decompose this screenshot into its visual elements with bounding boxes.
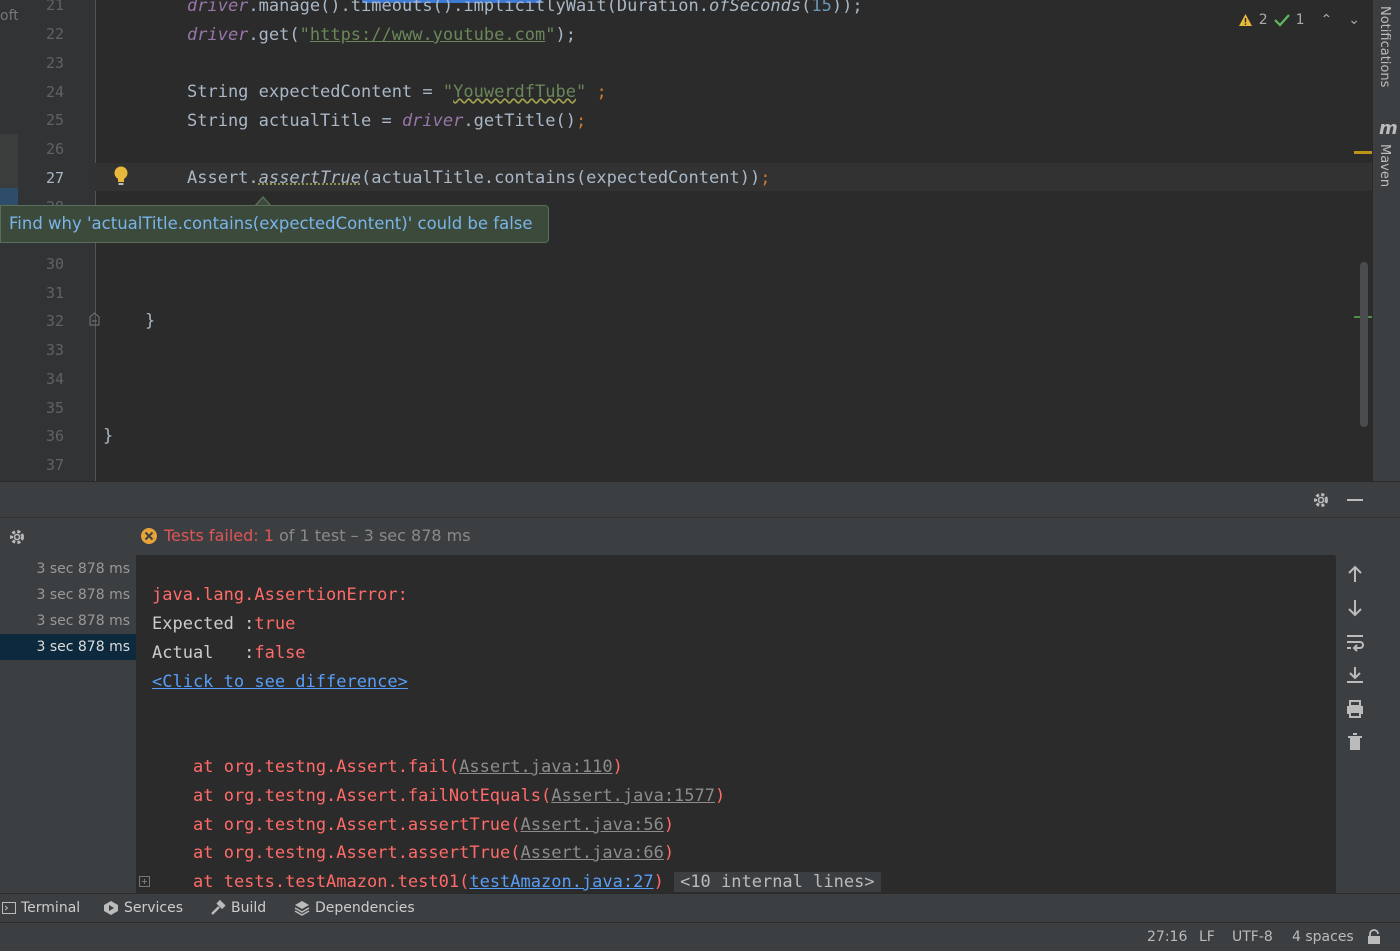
line-number: 34 <box>45 370 64 388</box>
print-icon[interactable] <box>1344 698 1366 720</box>
source-link[interactable]: Assert.java:66 <box>521 843 664 863</box>
test-status: Tests failed: 1 of 1 test – 3 sec 878 ms <box>140 526 471 545</box>
fold-marker-icon[interactable] <box>89 312 100 326</box>
editor-scrollbar[interactable] <box>1360 262 1368 427</box>
stack-trace-line: at org.testng.Assert.failNotEquals(Asser… <box>193 786 726 806</box>
console-output[interactable]: java.lang.AssertionError: Expected :true… <box>137 555 1335 893</box>
line-number: 30 <box>45 255 64 273</box>
code-editor[interactable]: oft/ 21 22 23 24 25 26 27 28 29 30 31 32… <box>0 0 1372 481</box>
test-results-toolbar: Tests failed: 1 of 1 test – 3 sec 878 ms <box>0 517 1400 556</box>
line-number: 23 <box>45 54 64 72</box>
line-number: 21 <box>45 0 64 14</box>
line-number: 33 <box>45 341 64 359</box>
right-tool-strip: Notifications m Maven <box>1372 0 1400 481</box>
soft-wrap-icon[interactable] <box>1344 631 1366 653</box>
line-number: 35 <box>45 399 64 417</box>
expand-icon[interactable] <box>139 876 150 887</box>
warning-icon <box>1238 14 1252 26</box>
code-line-21[interactable]: driver.manage().timeouts().implicitlyWai… <box>187 0 863 16</box>
line-number: 31 <box>45 284 64 302</box>
diff-link[interactable]: <Click to see difference> <box>152 672 408 692</box>
line-number: 24 <box>45 83 64 101</box>
code-line-22[interactable]: driver.get("https://www.youtube.com"); <box>187 25 576 45</box>
status-bar: 27:16 LF UTF-8 4 spaces <box>0 922 1400 951</box>
code-line-27[interactable]: Assert.assertTrue(actualTitle.contains(e… <box>187 168 770 188</box>
selection-marker <box>0 188 18 206</box>
chevron-up-icon[interactable]: ⌃ <box>1321 12 1333 28</box>
file-encoding[interactable]: UTF-8 <box>1232 929 1273 945</box>
settings-icon[interactable] <box>8 528 26 546</box>
line-number: 32 <box>45 312 64 330</box>
line-separator[interactable]: LF <box>1199 929 1215 945</box>
services-icon <box>104 901 118 915</box>
code-line-32[interactable]: } <box>145 311 155 331</box>
status-suffix: of 1 test – 3 sec 878 ms <box>273 526 471 545</box>
tool-window-tabs: Terminal Services Build Dependencies <box>0 893 1400 923</box>
hammer-icon <box>211 900 226 915</box>
test-tree[interactable]: 3 sec 878 ms 3 sec 878 ms 3 sec 878 ms 3… <box>0 555 137 893</box>
maven-tab[interactable]: Maven <box>1377 144 1392 187</box>
failed-count: 1 <box>263 526 274 545</box>
line-number-current: 27 <box>45 169 64 187</box>
terminal-icon <box>2 902 16 914</box>
maven-icon: m <box>1379 118 1398 139</box>
lock-icon[interactable] <box>1367 929 1381 945</box>
console-toolbar <box>1336 555 1400 893</box>
arrow-up-icon[interactable] <box>1344 563 1366 585</box>
stack-trace-line: at tests.testAmazon.test01(testAmazon.ja… <box>193 872 881 892</box>
test-tree-row[interactable]: 3 sec 878 ms <box>0 556 136 582</box>
inspection-widget[interactable]: 2 1 ⌃ ⌄ <box>1238 12 1360 28</box>
arrow-down-icon[interactable] <box>1344 597 1366 619</box>
source-link[interactable]: Assert.java:1577 <box>551 786 715 806</box>
test-tree-row[interactable]: 3 sec 878 ms <box>0 582 136 608</box>
test-tree-row[interactable]: 3 sec 878 ms <box>0 608 136 634</box>
tab-dependencies[interactable]: Dependencies <box>294 900 415 916</box>
warning-stripe-marker[interactable] <box>1354 151 1372 154</box>
code-line-24[interactable]: String expectedContent = "YouwerdfTube" … <box>187 82 607 102</box>
stack-trace-line: at org.testng.Assert.assertTrue(Assert.j… <box>193 843 675 863</box>
error-icon <box>141 527 157 544</box>
minimize-icon[interactable] <box>1347 499 1363 501</box>
indent-setting[interactable]: 4 spaces <box>1292 929 1354 945</box>
trash-icon[interactable] <box>1344 731 1366 753</box>
chevron-down-icon[interactable]: ⌄ <box>1348 12 1360 28</box>
source-link[interactable]: Assert.java:110 <box>459 757 613 777</box>
tab-build[interactable]: Build <box>210 900 266 916</box>
caret-position[interactable]: 27:16 <box>1147 929 1187 945</box>
stack-trace-line: at org.testng.Assert.fail(Assert.java:11… <box>193 757 623 777</box>
internal-lines-fold[interactable]: <10 internal lines> <box>674 872 881 892</box>
expected-line: Expected :true <box>152 614 296 634</box>
stack-trace-line: at org.testng.Assert.assertTrue(Assert.j… <box>193 815 675 835</box>
source-link[interactable]: testAmazon.java:27 <box>469 872 653 892</box>
gear-icon[interactable] <box>1312 491 1330 509</box>
line-number: 22 <box>45 25 64 43</box>
line-number: 26 <box>45 140 64 158</box>
layers-icon <box>294 901 310 916</box>
code-line-25[interactable]: String actualTitle = driver.getTitle(); <box>187 111 586 131</box>
check-icon <box>1273 14 1290 27</box>
tab-services[interactable]: Services <box>103 900 183 916</box>
ok-count: 1 <box>1295 12 1305 28</box>
line-number: 36 <box>45 427 64 445</box>
source-link[interactable]: Assert.java:56 <box>521 815 664 835</box>
lightbulb-icon[interactable] <box>112 165 130 187</box>
line-number: 25 <box>45 111 64 129</box>
test-tree-row-selected[interactable]: 3 sec 878 ms <box>0 634 136 660</box>
scroll-to-end-icon[interactable] <box>1344 664 1366 686</box>
tab-terminal[interactable]: Terminal <box>2 900 80 916</box>
code-line-36[interactable]: } <box>103 426 113 446</box>
line-number: 37 <box>45 456 64 474</box>
change-marker <box>0 134 18 188</box>
dataflow-hint-tooltip[interactable]: Find why 'actualTitle.contains(expectedC… <box>0 205 549 243</box>
run-panel-header <box>0 481 1400 518</box>
status-prefix: Tests failed: <box>164 526 264 545</box>
actual-line: Actual :false <box>152 643 306 663</box>
notifications-tab[interactable]: Notifications <box>1377 6 1392 87</box>
warning-count: 2 <box>1258 12 1268 28</box>
error-type: java.lang.AssertionError: <box>152 585 408 605</box>
